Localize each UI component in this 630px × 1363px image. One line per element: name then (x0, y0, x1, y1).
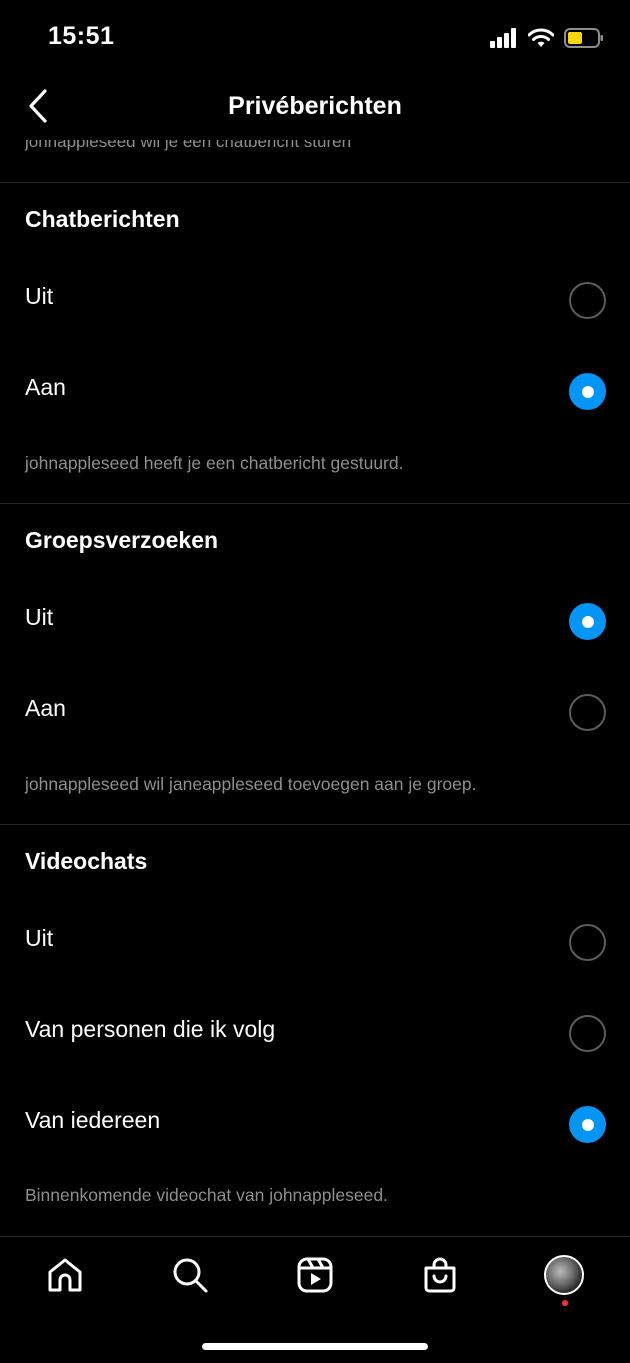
section-description: Binnenkomende videochat van johnapplesee… (25, 1185, 388, 1205)
cellular-signal-icon (490, 28, 516, 48)
home-indicator (202, 1343, 428, 1350)
option-chatberichten-uit[interactable]: Uit (0, 255, 630, 345)
avatar (544, 1255, 584, 1295)
tab-home[interactable] (45, 1255, 85, 1295)
home-icon (48, 1258, 82, 1292)
radio-button[interactable] (569, 694, 606, 731)
partial-description: johnappleseed wil je een chatbericht stu… (25, 140, 352, 151)
divider (0, 182, 630, 183)
tab-search[interactable] (170, 1255, 210, 1295)
radio-button[interactable] (569, 924, 606, 961)
option-chatberichten-aan[interactable]: Aan (0, 346, 630, 436)
reels-icon (297, 1257, 333, 1293)
section-description: johnappleseed wil janeappleseed toevoege… (25, 774, 477, 794)
status-bar: 15:51 (0, 0, 630, 76)
section-title-chatberichten: Chatberichten (25, 206, 180, 232)
section-title-videochats: Videochats (25, 848, 148, 874)
divider (0, 503, 630, 504)
tab-shop[interactable] (420, 1255, 460, 1295)
divider (0, 824, 630, 825)
notification-dot (562, 1300, 568, 1306)
option-label: Uit (25, 925, 54, 951)
radio-button[interactable] (569, 282, 606, 319)
radio-button-selected[interactable] (569, 1106, 606, 1143)
shop-icon (424, 1257, 456, 1293)
option-groepsverzoeken-aan[interactable]: Aan (0, 667, 630, 757)
section-title-groepsverzoeken: Groepsverzoeken (25, 527, 219, 553)
status-time: 15:51 (48, 22, 115, 50)
option-label: Van iedereen (25, 1107, 161, 1133)
option-videochats-volg[interactable]: Van personen die ik volg (0, 988, 630, 1078)
option-label: Uit (25, 283, 54, 309)
page-title: Privéberichten (228, 92, 402, 120)
radio-button-selected[interactable] (569, 373, 606, 410)
option-videochats-uit[interactable]: Uit (0, 897, 630, 987)
search-icon (173, 1258, 208, 1293)
radio-button[interactable] (569, 1015, 606, 1052)
tab-profile[interactable] (544, 1255, 584, 1295)
option-label: Aan (25, 695, 66, 721)
tab-reels[interactable] (295, 1255, 335, 1295)
section-description: johnappleseed heeft je een chatbericht g… (25, 453, 404, 473)
option-label: Van personen die ik volg (25, 1016, 276, 1042)
wifi-icon (528, 28, 554, 47)
nav-bar: Privéberichten (0, 76, 630, 140)
option-videochats-iedereen[interactable]: Van iedereen (0, 1079, 630, 1169)
radio-button-selected[interactable] (569, 603, 606, 640)
settings-list[interactable]: johnappleseed wil je een chatbericht stu… (0, 140, 630, 1236)
option-label: Aan (25, 374, 66, 400)
option-label: Uit (25, 604, 54, 630)
battery-icon (564, 28, 603, 48)
status-icons (490, 26, 604, 50)
option-groepsverzoeken-uit[interactable]: Uit (0, 576, 630, 666)
